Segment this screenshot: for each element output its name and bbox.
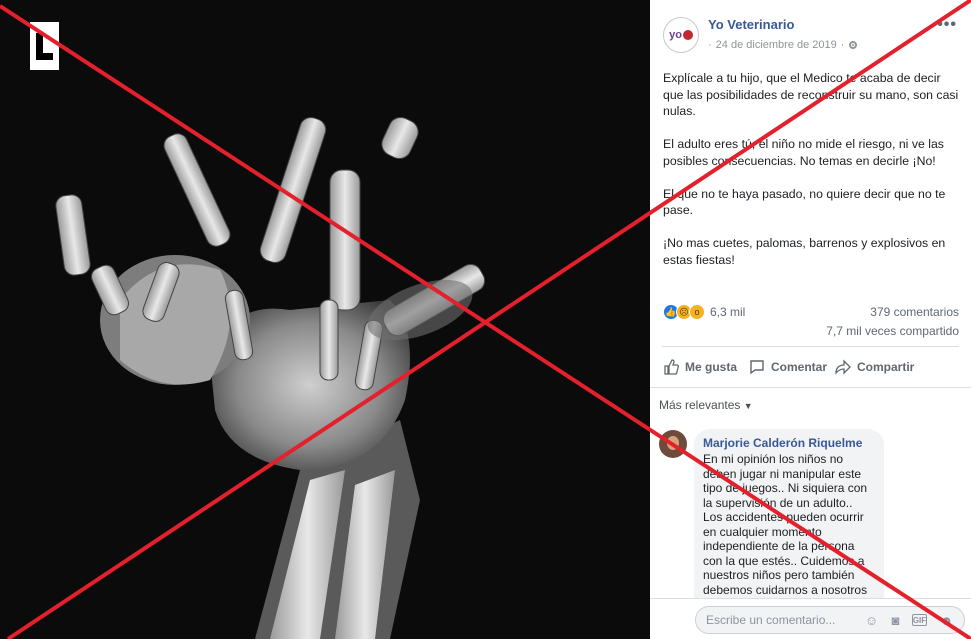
avatar-text: yo: [669, 29, 682, 41]
like-button[interactable]: Me gusta: [663, 359, 737, 375]
meta-dot: ·: [708, 39, 712, 51]
page-name-link[interactable]: Yo Veterinario: [708, 17, 794, 32]
comments-count-link[interactable]: 379 comentarios: [870, 305, 959, 319]
comment-button[interactable]: Comentar: [749, 359, 827, 375]
camera-icon[interactable]: ◙: [888, 613, 903, 628]
sort-label: Más relevantes: [659, 398, 741, 412]
like-label: Me gusta: [685, 360, 738, 374]
post-body: Explícale a tu hijo, que el Medico te ac…: [663, 70, 963, 285]
post-paragraph: El adulto eres tú, el niño no mide el ri…: [663, 137, 944, 168]
divider: [662, 346, 959, 347]
comment-bubble: Marjorie Calderón Riquelme En mi opinión…: [694, 429, 884, 599]
comment-composer: ☺ ◙ GIF ☻: [695, 606, 965, 634]
post-meta: · 24 de diciembre de 2019 ·: [708, 39, 858, 51]
share-label: Compartir: [857, 360, 915, 374]
post-paragraph: Explícale a tu hijo, que el Medico te ac…: [663, 71, 959, 118]
logo-l-icon: [30, 22, 59, 70]
comment-icon: [750, 360, 764, 375]
more-icon[interactable]: •••: [937, 16, 957, 34]
gif-icon[interactable]: GIF: [912, 614, 927, 626]
post-paragraph: El que no te haya pasado, no quiere deci…: [663, 186, 946, 218]
meta-dot: ·: [840, 39, 845, 51]
post-date[interactable]: 24 de diciembre de 2019: [716, 39, 837, 51]
thumbs-up-icon: [664, 359, 679, 375]
wow-reaction-icon: o: [689, 304, 705, 320]
share-icon: [835, 359, 851, 375]
reactions-count: 6,3 mil: [710, 305, 746, 319]
comment-author-link[interactable]: Marjorie Calderón Riquelme: [703, 436, 875, 450]
divider: [650, 387, 971, 388]
post-paragraph: ¡No mas cuetes, palomas, barrenos y expl…: [663, 236, 946, 267]
share-button[interactable]: Compartir: [835, 359, 914, 375]
commenter-avatar[interactable]: [659, 430, 687, 458]
xray-hand-illustration: [55, 116, 486, 639]
comment-text: En mi opinión los niños no deben jugar n…: [703, 452, 868, 599]
comment-composer-bar: ☺ ◙ GIF ☻: [650, 598, 971, 639]
comment-input[interactable]: [696, 607, 856, 633]
post-panel: yo Yo Veterinario · 24 de diciembre de 2…: [650, 0, 971, 639]
emoji-icon[interactable]: ☺: [864, 613, 879, 628]
page-avatar[interactable]: yo: [663, 17, 699, 53]
comment-sort-dropdown[interactable]: Más relevantes ▼: [659, 398, 753, 412]
post-header: yo Yo Veterinario · 24 de diciembre de 2…: [650, 0, 971, 60]
xray-hand-photo[interactable]: [0, 0, 650, 639]
post-actions: Me gusta Comentar Compartir: [650, 352, 971, 382]
shares-count-link[interactable]: 7,7 mil veces compartido: [826, 324, 959, 338]
sticker-icon[interactable]: ☻: [939, 613, 954, 628]
comment-label: Comentar: [771, 360, 828, 374]
chevron-down-icon: ▼: [743, 401, 753, 411]
settings-gear-icon: [849, 41, 858, 49]
